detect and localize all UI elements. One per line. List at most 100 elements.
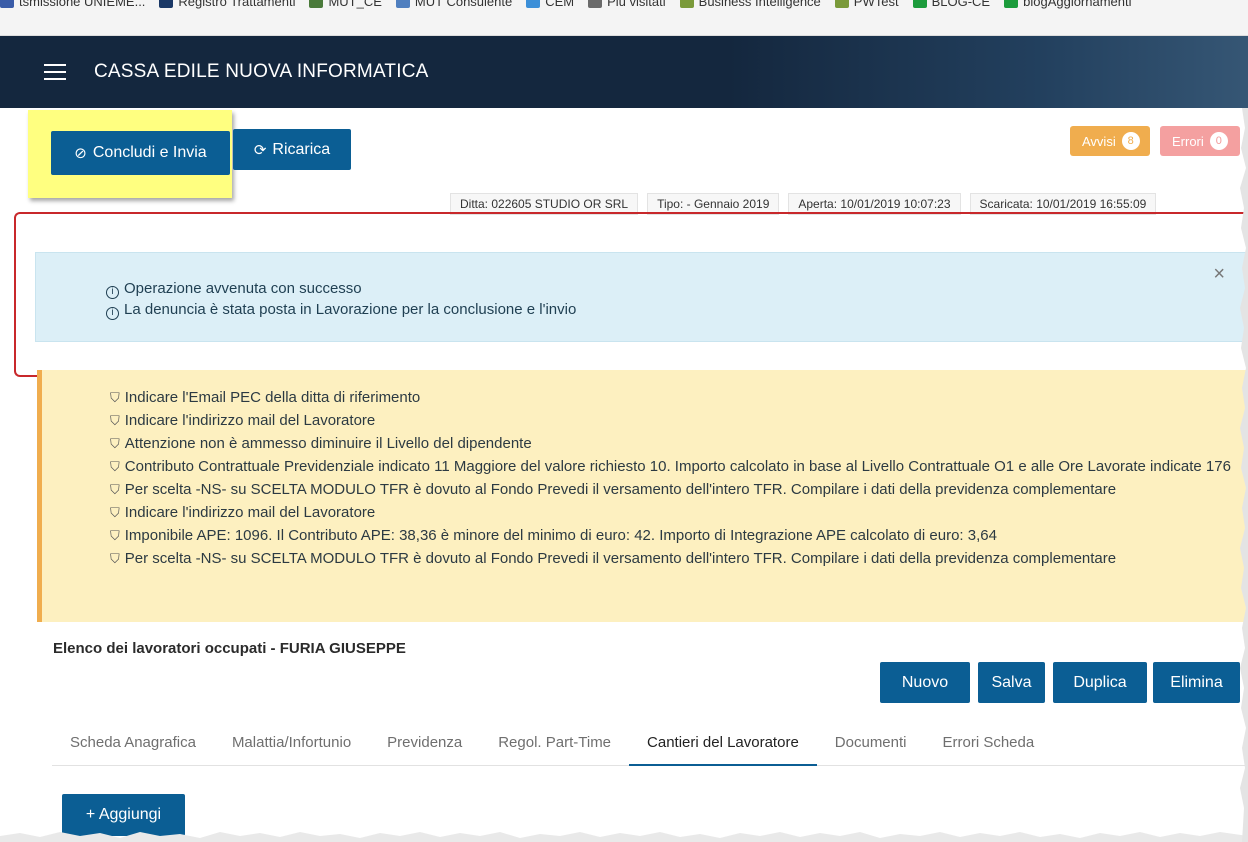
- bookmark-item[interactable]: BLOG-CE: [912, 0, 991, 9]
- bookmark-label: blogAggiornamenti: [1023, 0, 1132, 9]
- shield-icon: ⛉: [110, 505, 120, 520]
- bookmark-item[interactable]: tsmissione UNIEME...: [0, 0, 145, 9]
- star-icon: [588, 0, 603, 8]
- document-info-tags: Ditta: 022605 STUDIO OR SRL Tipo: - Genn…: [450, 193, 1157, 215]
- avvisi-button[interactable]: Avvisi 8: [1070, 126, 1150, 156]
- warning-item: ⛉ Indicare l'indirizzo mail del Lavorator…: [110, 501, 1245, 524]
- page-icon: [912, 0, 927, 8]
- header-background-image: [728, 36, 1248, 108]
- warning-alert: ⛉ Indicare l'Email PEC della ditta di rif…: [37, 370, 1248, 622]
- shield-icon: ⛉: [110, 528, 120, 543]
- tab-cantieri-del-lavoratore[interactable]: Cantieri del Lavoratore: [629, 722, 817, 766]
- bookmark-label: Più visitati: [607, 0, 666, 9]
- warning-item: ⛉ Imponibile APE: 1096. Il Contributo APE…: [110, 524, 1245, 547]
- ditta-tag: Ditta: 022605 STUDIO OR SRL: [450, 193, 639, 215]
- tab-regol-part-time[interactable]: Regol. Part-Time: [480, 722, 629, 766]
- bookmarks-row: tsmissione UNIEME... Registro Trattamenti…: [0, 0, 1132, 9]
- bookmark-label: Registro Trattamenti: [178, 0, 296, 9]
- avvisi-count-badge: 8: [1121, 132, 1140, 150]
- app-title: CASSA EDILE NUOVA INFORMATICA: [94, 61, 429, 82]
- worker-panel: Elenco dei lavoratori occupati - FURIA G…: [0, 622, 1248, 842]
- hamburger-menu-icon[interactable]: [44, 64, 66, 80]
- bookmark-label: MUT Consulente: [414, 0, 513, 9]
- bookmark-label: tsmissione UNIEME...: [19, 0, 146, 9]
- warning-list: ⛉ Indicare l'Email PEC della ditta di rif…: [110, 386, 1245, 570]
- shield-icon: ⛉: [110, 459, 120, 474]
- salva-button[interactable]: Salva: [978, 662, 1045, 703]
- tab-malattia-infortunio[interactable]: Malattia/Infortunio: [214, 722, 369, 766]
- tab-errori-scheda[interactable]: Errori Scheda: [925, 722, 1053, 766]
- avvisi-label: Avvisi: [1082, 133, 1116, 149]
- warning-text: Imponibile APE: 1096. Il Contributo APE:…: [124, 527, 997, 544]
- warning-text: Indicare l'indirizzo mail del Lavoratore: [124, 412, 376, 429]
- bookmark-item[interactable]: blogAggiornamenti: [1004, 0, 1132, 9]
- bookmark-item[interactable]: MUT_CE: [309, 0, 382, 9]
- bookmark-label: CEM: [545, 0, 575, 9]
- success-message-text: La denuncia è stata posta in Lavorazione…: [124, 301, 577, 318]
- bookmark-item[interactable]: Più visitati: [588, 0, 666, 9]
- globe-icon: [309, 0, 324, 8]
- elimina-button[interactable]: Elimina: [1153, 662, 1240, 703]
- bookmark-item[interactable]: Registro Trattamenti: [159, 0, 295, 9]
- errori-button[interactable]: Errori 0: [1160, 126, 1240, 156]
- errori-count-badge: 0: [1209, 132, 1228, 150]
- bookmark-item[interactable]: Business Intelligence: [679, 0, 821, 9]
- bookmark-item[interactable]: CEM: [526, 0, 574, 9]
- tipo-tag: Tipo: - Gennaio 2019: [647, 193, 780, 215]
- bookmark-label: Business Intelligence: [698, 0, 821, 9]
- errori-label: Errori: [1172, 133, 1204, 149]
- info-icon: i: [106, 286, 119, 299]
- page-icon: [395, 0, 410, 8]
- refresh-icon: ⟳: [253, 141, 267, 159]
- shield-icon: ⛉: [110, 482, 120, 497]
- aperta-tag: Aperta: 10/01/2019 10:07:23: [788, 193, 961, 215]
- success-alert: i Operazione avvenuta con successo i La de…: [35, 252, 1248, 342]
- bookmark-label: MUT_CE: [328, 0, 382, 9]
- bookmark-item[interactable]: PWTest: [834, 0, 899, 9]
- scaricata-tag: Scaricata: 10/01/2019 16:55:09: [969, 193, 1157, 215]
- shield-icon: ⛉: [110, 551, 120, 566]
- warning-item: ⛉ Attenzione non è ammesso diminuire il L…: [110, 432, 1245, 455]
- warning-item: ⛉ Per scelta -NS- su SCELTA MODULO TFR è …: [110, 478, 1245, 501]
- concludi-invia-button[interactable]: ⊘ Concludi e Invia: [51, 131, 230, 175]
- close-icon[interactable]: ×: [1213, 263, 1225, 286]
- success-message-text: Operazione avvenuta con successo: [124, 280, 362, 297]
- tab-scheda-anagrafica[interactable]: Scheda Anagrafica: [52, 722, 214, 766]
- circle-icon: [526, 0, 541, 8]
- warning-item: ⛉ Indicare l'indirizzo mail del Lavorator…: [110, 409, 1245, 432]
- check-circle-icon: ⊘: [74, 145, 87, 162]
- chart-icon: [679, 0, 694, 8]
- concludi-invia-label: Concludi e Invia: [92, 144, 207, 161]
- warning-text: Per scelta -NS- su SCELTA MODULO TFR è d…: [124, 481, 1117, 498]
- info-icon: i: [106, 307, 119, 320]
- warning-text: Indicare l'indirizzo mail del Lavoratore: [124, 504, 376, 521]
- chart-icon: [834, 0, 849, 8]
- bookmark-icon: [0, 0, 14, 8]
- folder-icon: [159, 0, 174, 8]
- warning-text: Indicare l'Email PEC della ditta di rife…: [124, 389, 421, 406]
- bookmarks-bar: tsmissione UNIEME... Registro Trattamenti…: [0, 0, 1248, 36]
- aggiungi-button[interactable]: + Aggiungi: [62, 794, 185, 836]
- bookmark-item[interactable]: MUT Consulente: [395, 0, 513, 9]
- shield-icon: ⛉: [110, 390, 120, 405]
- warning-item: ⛉ Indicare l'Email PEC della ditta di rif…: [110, 386, 1245, 409]
- bookmark-label: PWTest: [853, 0, 899, 9]
- warning-item: ⛉ Contributo Contrattuale Previdenziale i…: [110, 455, 1245, 478]
- success-message: i La denuncia è stata posta in Lavorazion…: [106, 301, 576, 320]
- worker-tabs: Scheda Anagrafica Malattia/Infortunio Pr…: [52, 722, 1248, 766]
- tab-previdenza[interactable]: Previdenza: [369, 722, 480, 766]
- duplica-button[interactable]: Duplica: [1053, 662, 1147, 703]
- warning-text: Attenzione non è ammesso diminuire il Li…: [124, 435, 532, 452]
- warning-item: ⛉ Per scelta -NS- su SCELTA MODULO TFR è …: [110, 547, 1245, 570]
- success-message: i Operazione avvenuta con successo: [106, 280, 362, 299]
- tab-documenti[interactable]: Documenti: [817, 722, 925, 766]
- warning-text: Contributo Contrattuale Previdenziale in…: [124, 458, 1231, 475]
- bookmark-label: BLOG-CE: [931, 0, 991, 9]
- ricarica-button[interactable]: ⟳ Ricarica: [233, 129, 351, 170]
- shield-icon: ⛉: [110, 436, 120, 451]
- worker-section-title: Elenco dei lavoratori occupati - FURIA G…: [53, 640, 406, 657]
- nuovo-button[interactable]: Nuovo: [880, 662, 970, 703]
- app-header: CASSA EDILE NUOVA INFORMATICA: [0, 36, 1248, 108]
- page-icon: [1004, 0, 1019, 8]
- warning-text: Per scelta -NS- su SCELTA MODULO TFR è d…: [124, 550, 1117, 567]
